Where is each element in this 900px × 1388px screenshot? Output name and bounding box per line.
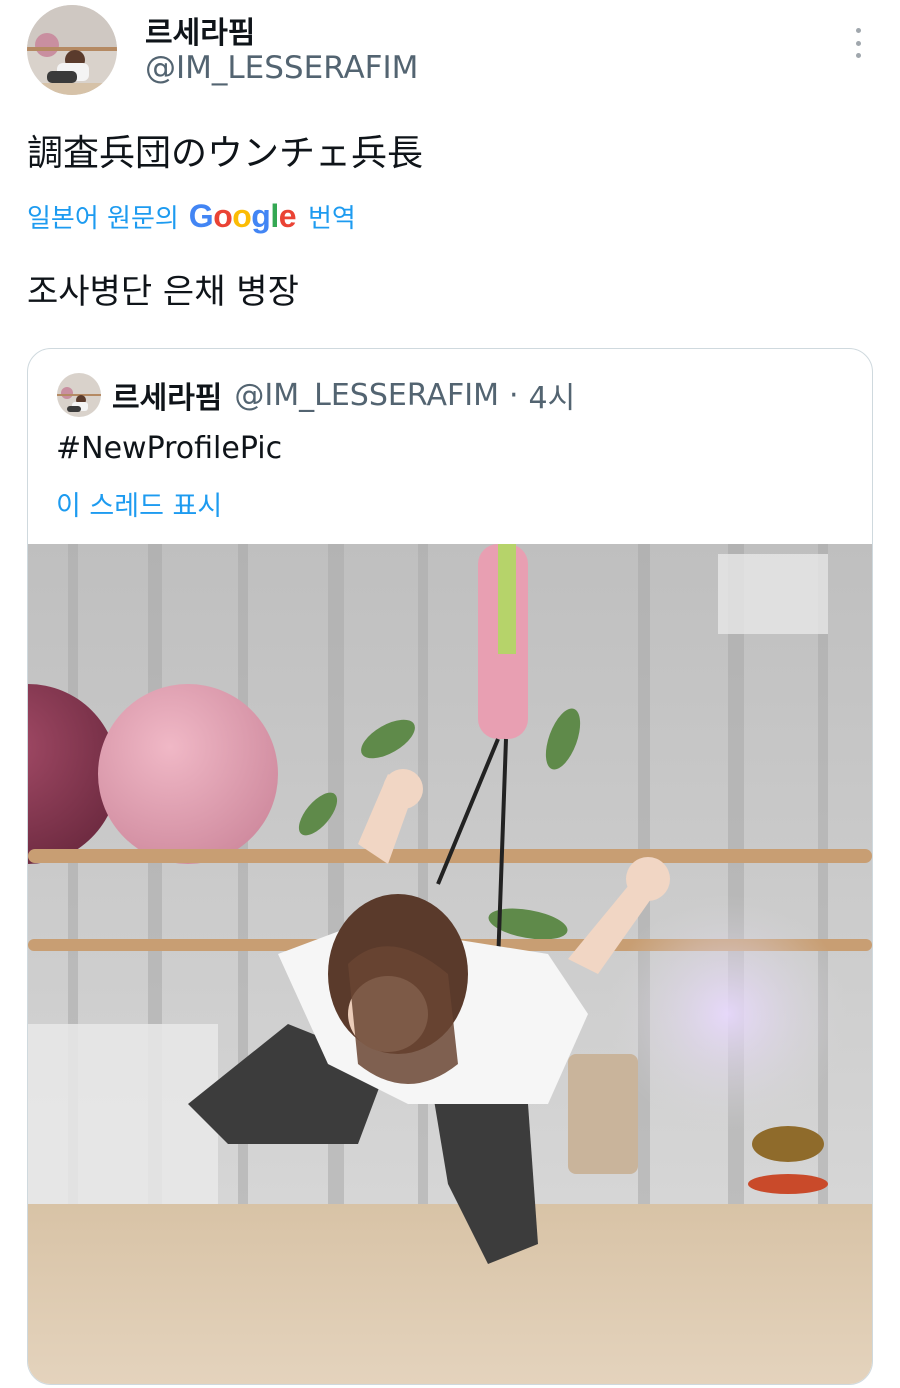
quoted-author-avatar: [57, 373, 101, 417]
quoted-timestamp: 4시: [528, 381, 576, 416]
separator-dot: ·: [509, 377, 519, 413]
quoted-author-row: 르세라핌 @IM_LESSERAFIM · 4시: [112, 373, 575, 417]
google-logo: Google: [188, 197, 297, 234]
translate-label: 일본어 원문의: [27, 203, 179, 234]
author-display-name[interactable]: 르세라핌: [145, 8, 255, 52]
translated-text: 조사병단 은채 병장: [27, 272, 299, 312]
quoted-tweet-card[interactable]: 르세라핌 @IM_LESSERAFIM · 4시 #NewProfilePic …: [27, 348, 873, 1385]
quoted-display-name: 르세라핌: [112, 381, 223, 416]
more-vertical-icon[interactable]: [854, 28, 862, 58]
quoted-handle: @IM_LESSERAFIM: [234, 377, 499, 413]
translate-tweet-link[interactable]: 일본어 원문의 Google 번역: [27, 196, 356, 236]
translate-suffix: 번역: [308, 203, 356, 234]
quoted-tweet-text: #NewProfilePic: [56, 431, 283, 466]
tweet-text: 調査兵団のウンチェ兵長: [27, 133, 424, 174]
show-thread-link[interactable]: 이 스레드 표시: [56, 484, 222, 523]
author-handle[interactable]: @IM_LESSERAFIM: [145, 50, 418, 86]
author-avatar[interactable]: [27, 5, 117, 95]
quoted-tweet-photo[interactable]: [28, 544, 872, 1384]
